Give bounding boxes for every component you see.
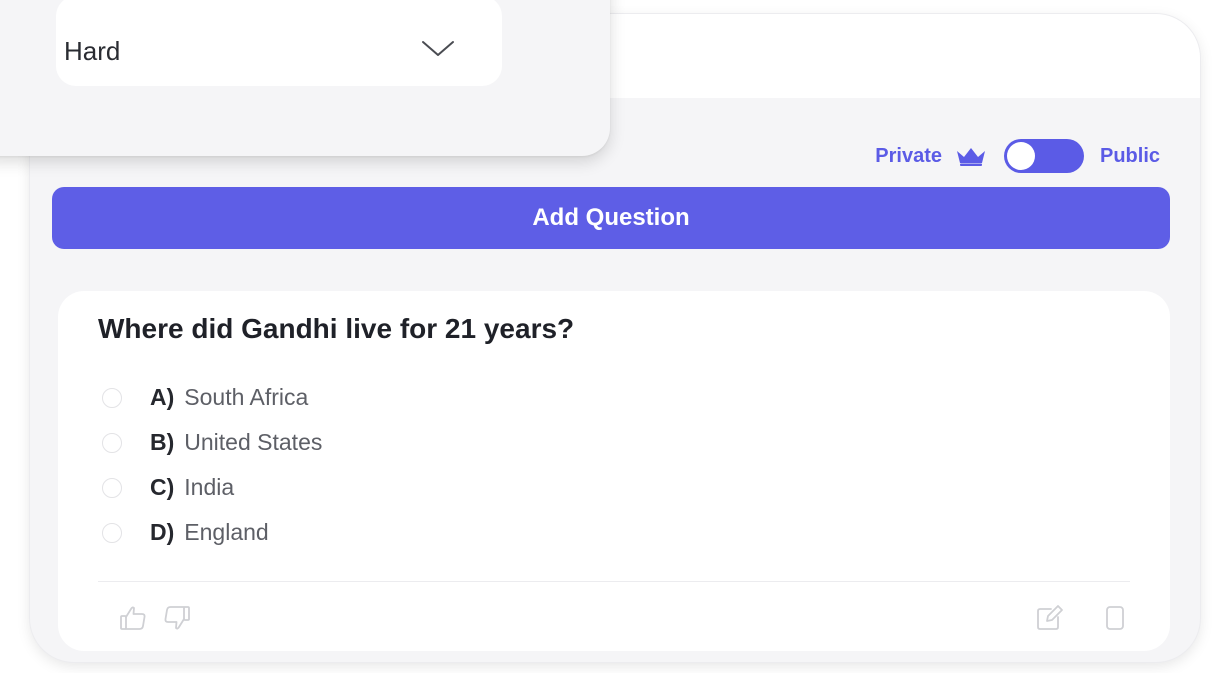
- answer-options-list: A) South Africa B) United States C) Indi…: [102, 375, 322, 555]
- public-label: Public: [1099, 144, 1160, 167]
- visibility-toggle[interactable]: [1003, 139, 1084, 173]
- option-text: United States: [184, 429, 323, 455]
- difficulty-select[interactable]: Hard: [56, 0, 502, 86]
- difficulty-popover: Hard: [0, 0, 610, 156]
- quiz-builder-screen: Private Public Add Question Where did Ga…: [0, 0, 1212, 673]
- radio-button[interactable]: [102, 477, 122, 498]
- visibility-toggle-row: Private Public: [875, 138, 1160, 174]
- radio-button[interactable]: [102, 522, 122, 543]
- answer-option-a[interactable]: A) South Africa: [102, 375, 322, 420]
- thumbs-down-icon[interactable]: [162, 603, 192, 633]
- option-letter: C): [150, 474, 175, 500]
- add-question-button[interactable]: Add Question: [52, 187, 1170, 249]
- question-title: Where did Gandhi live for 21 years?: [98, 313, 575, 344]
- option-text: England: [184, 519, 269, 545]
- card-divider: [98, 581, 1130, 582]
- trash-icon[interactable]: [1100, 603, 1130, 633]
- answer-option-d[interactable]: D) England: [102, 510, 322, 555]
- option-text: India: [184, 474, 235, 500]
- thumbs-up-icon[interactable]: [118, 603, 148, 633]
- feedback-actions: [118, 603, 192, 633]
- private-label: Private: [875, 144, 942, 167]
- answer-option-b[interactable]: B) United States: [102, 420, 322, 465]
- difficulty-value: Hard: [64, 36, 121, 66]
- option-letter: B): [150, 429, 175, 455]
- option-letter: D): [150, 519, 175, 545]
- option-text: South Africa: [184, 384, 309, 410]
- crown-icon: [956, 148, 985, 166]
- radio-button[interactable]: [102, 432, 122, 453]
- chevron-down-icon: [422, 41, 454, 56]
- toggle-knob: [1006, 142, 1035, 170]
- radio-button[interactable]: [102, 387, 122, 408]
- question-card: Where did Gandhi live for 21 years? A) S…: [58, 291, 1170, 651]
- answer-option-c[interactable]: C) India: [102, 465, 322, 510]
- question-actions: [1034, 603, 1130, 633]
- edit-icon[interactable]: [1034, 603, 1064, 633]
- option-letter: A): [150, 384, 175, 410]
